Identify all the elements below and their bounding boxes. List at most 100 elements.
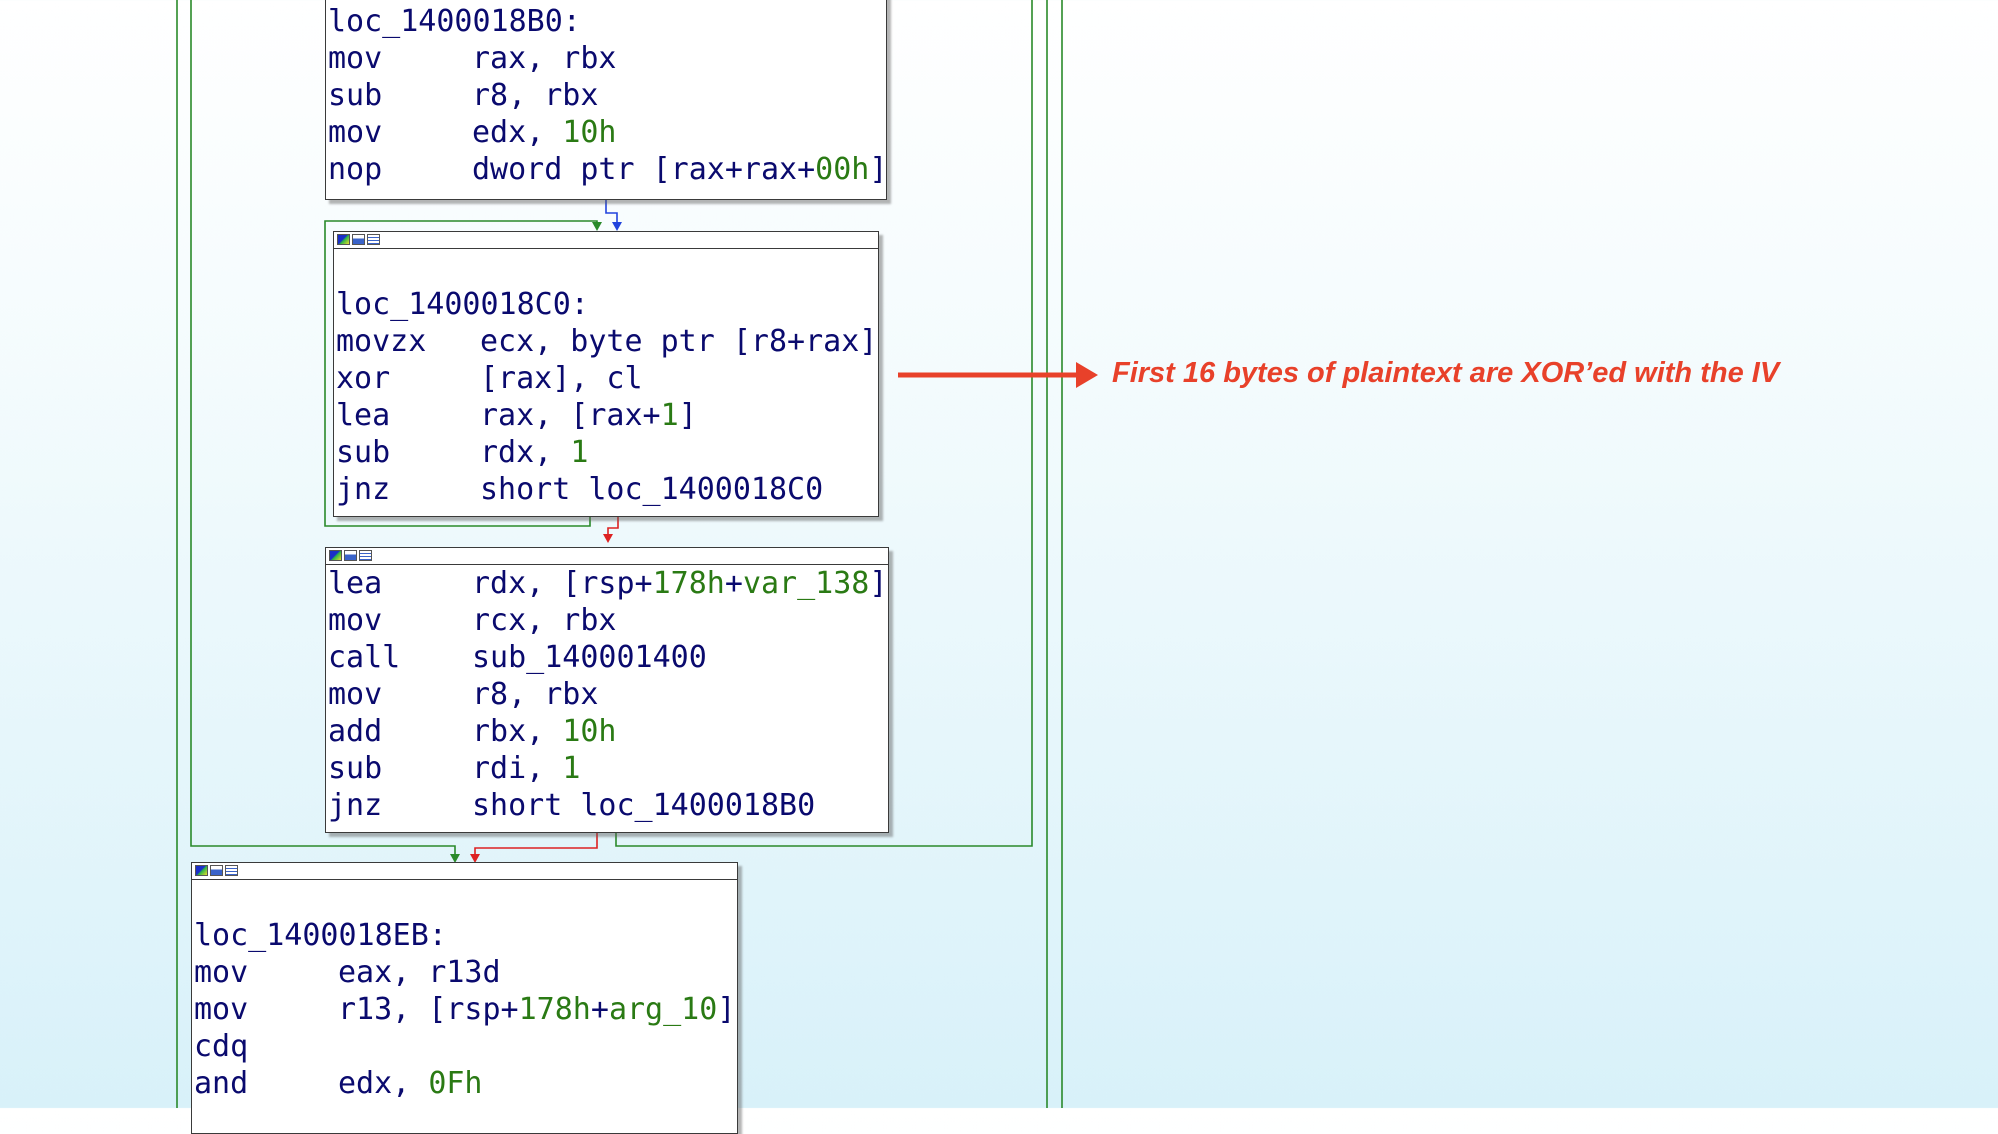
instruction-line[interactable]: mov r13, [rsp+178h+arg_10]	[194, 991, 737, 1028]
mnemonic: xor	[336, 361, 391, 396]
mnemonic: add	[328, 714, 383, 749]
immediate: 1	[660, 398, 679, 433]
operands: edx,	[472, 115, 563, 150]
stack-arg[interactable]: arg_10	[609, 992, 717, 1027]
operands: rax, [rax+	[480, 398, 661, 433]
mnemonic: mov	[328, 41, 383, 76]
block-18b0-code: loc_1400018B0: mov rax, rbx sub r8, rbx mo…	[326, 3, 887, 188]
mnemonic: sub	[336, 435, 391, 470]
graph-list-icon[interactable]	[225, 865, 238, 876]
instruction-line[interactable]: lea rax, [rax+1]	[336, 397, 878, 434]
operands: r13, [rsp+	[338, 992, 519, 1027]
operands: rbx,	[472, 714, 563, 749]
mnemonic: lea	[336, 398, 391, 433]
instruction-line[interactable]: mov edx, 10h	[328, 114, 886, 151]
mnemonic: sub	[328, 78, 383, 113]
immediate: 10h	[562, 714, 617, 749]
graph-color-icon[interactable]	[329, 550, 342, 561]
instruction-line[interactable]: cdq	[194, 1028, 737, 1065]
graph-list-icon[interactable]	[367, 234, 380, 245]
operands: r8, rbx	[472, 677, 599, 712]
operand-plus: +	[724, 566, 743, 601]
operands: eax, r13d	[338, 955, 501, 990]
operand-tail: ]	[869, 566, 888, 601]
operands: rdx, [rsp+	[472, 566, 653, 601]
instruction-line[interactable]: movzx ecx, byte ptr [r8+rax]	[336, 323, 878, 360]
graph-edit-icon[interactable]	[210, 865, 223, 876]
block-label[interactable]: loc_1400018C0:	[336, 286, 878, 323]
graph-color-icon[interactable]	[337, 234, 350, 245]
jump-target[interactable]: short loc_1400018B0	[472, 788, 815, 823]
block-loc-1400018b0[interactable]: loc_1400018B0: mov rax, rbx sub r8, rbx mo…	[325, 0, 887, 200]
operand-plus: +	[590, 992, 609, 1027]
instruction-line[interactable]: mov rcx, rbx	[328, 602, 888, 639]
mnemonic: mov	[194, 955, 249, 990]
mnemonic: lea	[328, 566, 383, 601]
block-18c0-code: loc_1400018C0: movzx ecx, byte ptr [r8+ra…	[334, 249, 878, 508]
instruction-line[interactable]: and edx, 0Fh	[194, 1065, 737, 1102]
block-label[interactable]: loc_1400018B0:	[328, 3, 886, 40]
graph-list-icon[interactable]	[359, 550, 372, 561]
instruction-line[interactable]: nop dword ptr [rax+rax+00h]	[328, 151, 887, 188]
instruction-line[interactable]: xor [rax], cl	[336, 360, 878, 397]
block-titlebar	[334, 232, 878, 249]
graph-edit-icon[interactable]	[352, 234, 365, 245]
mnemonic: sub	[328, 751, 383, 786]
instruction-line[interactable]: mov r8, rbx	[328, 676, 888, 713]
immediate: 00h	[815, 152, 870, 187]
mnemonic: cdq	[194, 1029, 249, 1064]
block-titlebar	[326, 548, 888, 565]
block-18eb-code: loc_1400018EB: mov eax, r13d mov r13, [rsp…	[192, 880, 737, 1102]
immediate: 1	[562, 751, 581, 786]
mnemonic: mov	[194, 992, 249, 1027]
immediate: 1	[570, 435, 589, 470]
graph-edit-icon[interactable]	[344, 550, 357, 561]
mnemonic: mov	[328, 603, 383, 638]
instruction-line[interactable]: call sub_140001400	[328, 639, 888, 676]
annotation-text: First 16 bytes of plaintext are XOR’ed w…	[1112, 357, 1780, 389]
call-target[interactable]: sub_140001400	[472, 640, 707, 675]
operands: rax, rbx	[472, 41, 617, 76]
operands: rcx, rbx	[472, 603, 617, 638]
arrowhead-call-red	[603, 534, 613, 543]
edge-fall-call-18eb	[474, 833, 598, 860]
mnemonic: movzx	[336, 324, 427, 359]
instruction-line[interactable]: lea rdx, [rsp+178h+var_138]	[328, 565, 888, 602]
instruction-line[interactable]: mov rax, rbx	[328, 40, 886, 77]
instruction-line[interactable]: sub rdx, 1	[336, 434, 878, 471]
operands: edx,	[338, 1066, 429, 1101]
jump-target[interactable]: short loc_1400018C0	[480, 472, 823, 507]
instruction-line[interactable]: add rbx, 10h	[328, 713, 888, 750]
operands: rdi,	[472, 751, 563, 786]
graph-color-icon[interactable]	[195, 865, 208, 876]
operand-tail: ]	[717, 992, 736, 1027]
operands: rdx,	[480, 435, 571, 470]
immediate: 178h	[652, 566, 725, 601]
immediate: 0Fh	[428, 1066, 483, 1101]
mnemonic: mov	[328, 677, 383, 712]
annotation-arrowhead	[1076, 362, 1098, 388]
mnemonic: jnz	[328, 788, 383, 823]
instruction-line[interactable]: jnz short loc_1400018B0	[328, 787, 888, 824]
operands: ecx, byte ptr [r8+rax]	[480, 324, 878, 359]
immediate: 10h	[562, 115, 617, 150]
block-loc-1400018eb[interactable]: loc_1400018EB: mov eax, r13d mov r13, [rsp…	[191, 862, 738, 1134]
block-call-sub-140001400[interactable]: lea rdx, [rsp+178h+var_138] mov rcx, rbx c…	[325, 547, 889, 833]
mnemonic: nop	[328, 152, 383, 187]
block-titlebar	[192, 863, 737, 880]
instruction-line[interactable]: sub r8, rbx	[328, 77, 886, 114]
mnemonic: call	[328, 640, 401, 675]
instruction-line[interactable]: mov eax, r13d	[194, 954, 737, 991]
instruction-line[interactable]: jnz short loc_1400018C0	[336, 471, 878, 508]
instruction-line[interactable]: sub rdi, 1	[328, 750, 888, 787]
operands: dword ptr [rax+rax+	[472, 152, 816, 187]
block-call-code: lea rdx, [rsp+178h+var_138] mov rcx, rbx c…	[326, 565, 888, 824]
block-label[interactable]: loc_1400018EB:	[194, 917, 737, 954]
block-loc-1400018c0[interactable]: loc_1400018C0: movzx ecx, byte ptr [r8+ra…	[333, 231, 879, 517]
arrowhead-18c0-green	[592, 222, 602, 231]
stack-var[interactable]: var_138	[743, 566, 869, 601]
operands: r8, rbx	[472, 78, 599, 113]
immediate: 178h	[518, 992, 591, 1027]
